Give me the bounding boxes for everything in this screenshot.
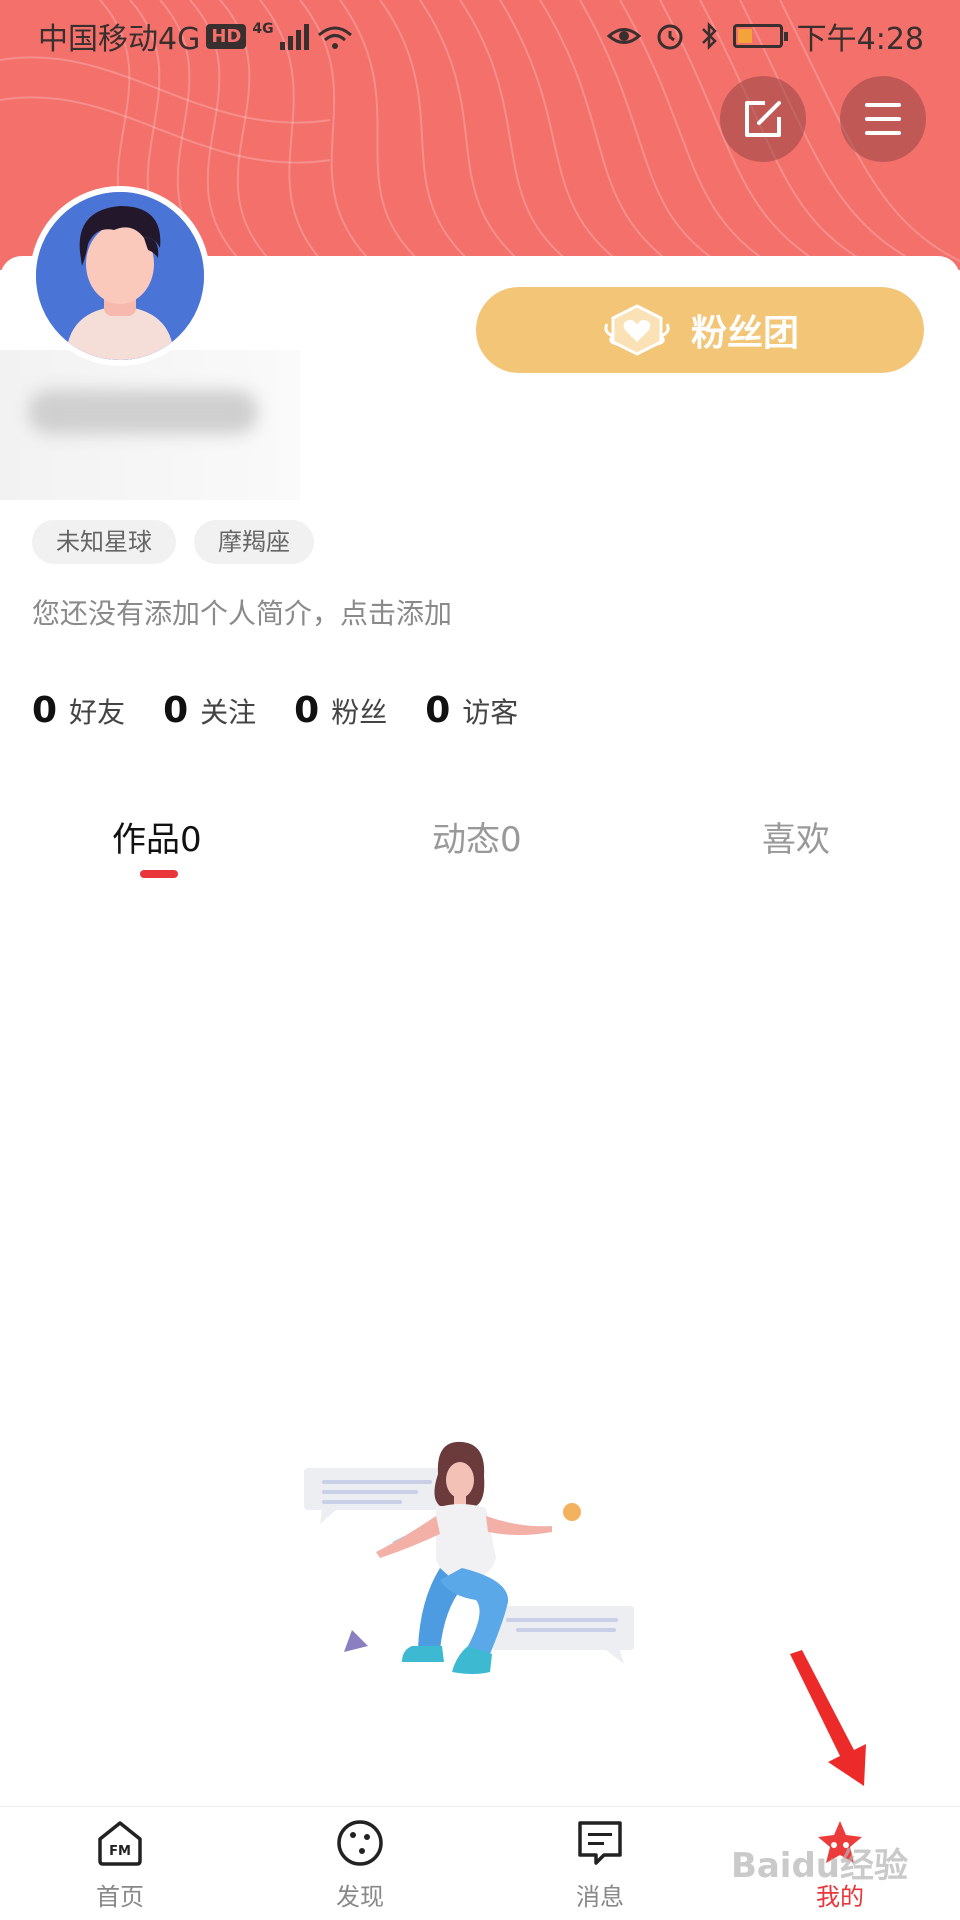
signal-icon [279, 22, 309, 50]
default-avatar-illustration [36, 192, 204, 360]
stat-label: 关注 [200, 696, 257, 729]
tag-planet[interactable]: 未知星球 [32, 520, 176, 564]
discover-icon [337, 1820, 383, 1866]
tab-moments[interactable]: 动态0 [432, 812, 522, 861]
nav-home[interactable]: FM 首页 [60, 1817, 180, 1917]
heart-shield-icon [604, 304, 670, 356]
active-tab-indicator [140, 870, 178, 878]
profile-tags: 未知星球 摩羯座 [32, 520, 314, 564]
stat-label: 访客 [462, 696, 519, 729]
nav-discover[interactable]: 发现 [300, 1817, 420, 1917]
fans-group-label: 粉丝团 [690, 313, 799, 354]
nav-label: 发现 [336, 1883, 384, 1911]
fm-home-icon: FM [98, 1821, 142, 1866]
watermark: Baidu经验 [730, 1846, 908, 1886]
stat-value: 0 [294, 690, 320, 731]
annotation-arrow [790, 1650, 866, 1786]
hd-badge: HD [206, 23, 247, 49]
eye-icon [606, 28, 641, 44]
svg-text:FM: FM [109, 1844, 131, 1859]
stat-fans[interactable]: 0 粉丝 [294, 690, 387, 731]
network-type: 4G [252, 21, 274, 37]
stat-value: 0 [425, 690, 451, 731]
edit-profile-button[interactable] [720, 76, 806, 162]
alarm-icon [657, 24, 683, 50]
stat-value: 0 [163, 690, 189, 731]
stat-label: 粉丝 [331, 696, 388, 729]
menu-button[interactable] [840, 76, 926, 162]
status-bar: 中国移动4G HD 4G 下午4:28 [0, 0, 960, 64]
clock-text: 下午4:28 [796, 22, 924, 57]
empty-state-illustration [304, 1441, 634, 1674]
profile-stats: 0 好友 0 关注 0 粉丝 0 访客 [32, 690, 518, 731]
hamburger-menu-icon [865, 103, 901, 135]
bio-placeholder[interactable]: 您还没有添加个人简介，点击添加 [32, 592, 452, 632]
edit-icon [745, 101, 781, 137]
bluetooth-icon [701, 21, 717, 51]
nav-label: 首页 [96, 1883, 144, 1911]
content-tabs: 作品0 动态0 喜欢 [0, 812, 960, 892]
tab-likes[interactable]: 喜欢 [762, 812, 830, 861]
wifi-icon [317, 26, 352, 49]
avatar[interactable] [30, 186, 210, 366]
tag-zodiac[interactable]: 摩羯座 [194, 520, 314, 564]
battery-icon [732, 24, 788, 48]
stat-visitors[interactable]: 0 访客 [425, 690, 518, 731]
carrier-text: 中国移动4G [38, 22, 201, 57]
tab-works[interactable]: 作品0 [112, 812, 202, 861]
stat-following[interactable]: 0 关注 [163, 690, 256, 731]
nav-label: 消息 [576, 1883, 624, 1911]
nav-messages[interactable]: 消息 [540, 1817, 660, 1917]
stat-label: 好友 [69, 696, 126, 729]
fans-group-button[interactable]: 粉丝团 [476, 287, 924, 373]
stat-value: 0 [32, 690, 58, 731]
stat-friends[interactable]: 0 好友 [32, 690, 125, 731]
message-icon [578, 1821, 622, 1865]
username-blurred [0, 350, 300, 500]
